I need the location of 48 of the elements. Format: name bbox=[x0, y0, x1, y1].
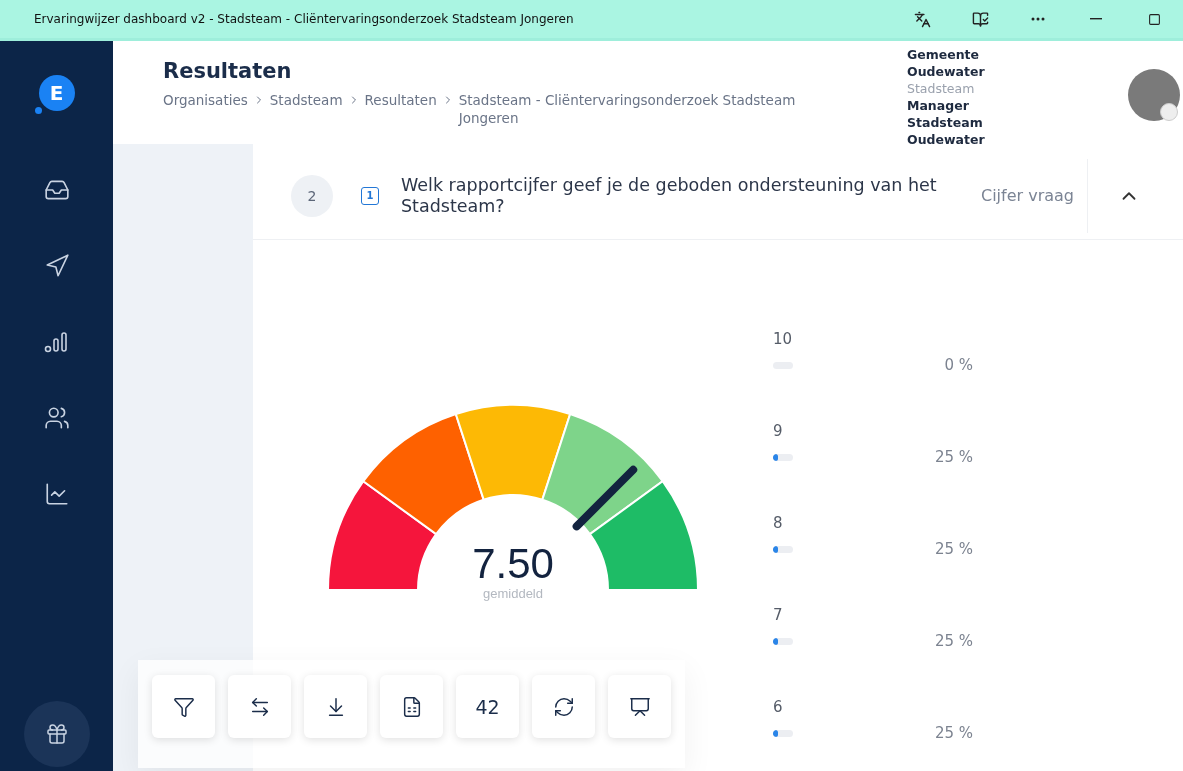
score-label: 10 bbox=[773, 330, 794, 348]
minimize-icon bbox=[1090, 18, 1102, 20]
score-label: 8 bbox=[773, 514, 784, 532]
score-label: 9 bbox=[773, 422, 784, 440]
refresh-icon bbox=[552, 695, 575, 718]
page-title: Resultaten bbox=[163, 59, 293, 83]
presentation-button[interactable] bbox=[608, 675, 671, 738]
refresh-button[interactable] bbox=[532, 675, 595, 738]
score-label: 6 bbox=[773, 698, 784, 716]
user-info-text: Oudewater bbox=[907, 131, 985, 148]
score-percent: 25 % bbox=[934, 724, 973, 742]
filter-button[interactable] bbox=[152, 675, 215, 738]
score-label: 7 bbox=[773, 606, 784, 624]
breadcrumb-link[interactable]: Stadsteam - Cliëntervaringsonderzoek Stadsteam Jongeren bbox=[458, 91, 843, 127]
breadcrumb-link[interactable]: Organisaties bbox=[163, 91, 248, 109]
translate-icon bbox=[913, 10, 931, 28]
user-info-text: Manager bbox=[907, 97, 970, 114]
count-button[interactable]: 42 bbox=[456, 675, 519, 738]
more-icon bbox=[1031, 17, 1045, 21]
question-type: Cijfer vraag bbox=[981, 185, 1075, 206]
breadcrumb-link[interactable]: Stadsteam bbox=[269, 91, 343, 109]
app-logo[interactable]: E bbox=[38, 75, 75, 111]
question-text: Welk rapportcijfer geef je de geboden ondersteuning van het Stadsteam? bbox=[401, 174, 938, 217]
score-percent: 25 % bbox=[934, 632, 973, 650]
book-icon bbox=[971, 10, 989, 28]
breadcrumb-link[interactable]: Resultaten bbox=[364, 91, 437, 109]
score-percent: 0 % bbox=[944, 356, 973, 374]
question-type-badge: 1 bbox=[361, 186, 379, 205]
gift-icon bbox=[44, 722, 69, 746]
user-info-text: Stadsteam bbox=[907, 80, 976, 97]
user-menu[interactable]: Gemeente Oudewater Stadsteam Manager Stadsteam Oudewater bbox=[907, 46, 985, 148]
maximize-icon bbox=[1147, 12, 1161, 26]
users-icon bbox=[43, 405, 70, 431]
window-title: Ervaringwijzer dashboard v2 - Stadsteam - Cliëntervaringsonderzoek Stadsteam Jongeren bbox=[34, 12, 575, 26]
user-info-text: Stadsteam bbox=[907, 114, 984, 131]
user-info-text: Oudewater bbox=[907, 63, 985, 80]
average-caption: gemiddeld bbox=[483, 586, 543, 601]
question-number: 2 bbox=[291, 174, 333, 217]
score-percent: 25 % bbox=[934, 540, 973, 558]
line-chart-icon bbox=[43, 481, 70, 507]
score-percent: 25 % bbox=[934, 448, 973, 466]
user-info-text: Gemeente bbox=[907, 46, 981, 63]
filter-icon bbox=[172, 695, 195, 718]
presentation-icon bbox=[628, 695, 651, 718]
avatar-badge bbox=[1160, 103, 1178, 121]
bar-chart-icon bbox=[43, 329, 70, 355]
average-value: 7.50 bbox=[472, 542, 554, 586]
file-button[interactable] bbox=[380, 675, 443, 738]
